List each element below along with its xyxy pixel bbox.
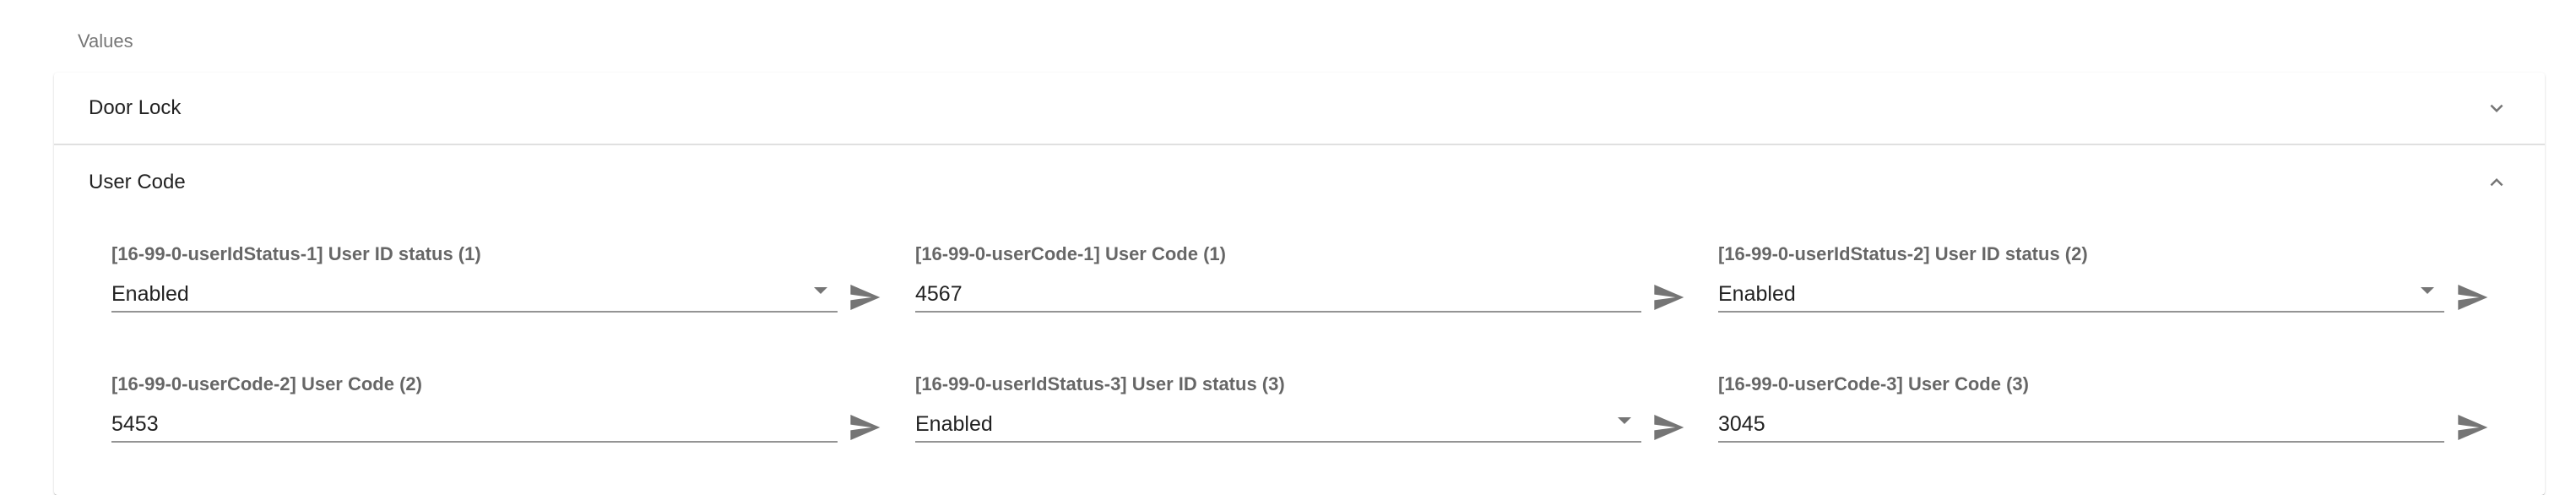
chevron-down-icon: [2490, 104, 2503, 112]
field-label: [16-99-0-userCode-3] User Code (3): [1718, 373, 2029, 394]
select-value: Enabled: [111, 282, 189, 306]
select-value: Enabled: [1718, 282, 1796, 306]
field-label: [16-99-0-userIdStatus-3] User ID status …: [915, 373, 1285, 394]
send-icon[interactable]: [848, 280, 881, 314]
panel-header-door-lock[interactable]: Door Lock: [54, 73, 2545, 144]
user-code-3-input[interactable]: 3045: [1718, 412, 2444, 443]
select-value: Enabled: [915, 412, 993, 436]
values-panel: Door Lock User Code [16-99-0-userIdStatu…: [54, 73, 2545, 495]
user-id-status-2-select[interactable]: Enabled: [1718, 282, 2444, 313]
send-icon[interactable]: [1651, 411, 1685, 444]
panel-title-user-code: User Code: [89, 171, 186, 193]
field-label: [16-99-0-userIdStatus-2] User ID status …: [1718, 243, 2088, 264]
panel-divider: [54, 144, 2545, 145]
panel-header-user-code[interactable]: User Code: [54, 147, 2545, 218]
send-icon[interactable]: [2455, 411, 2489, 444]
user-id-status-1-select[interactable]: Enabled: [111, 282, 838, 313]
send-icon[interactable]: [2455, 280, 2489, 314]
field-label: [16-99-0-userIdStatus-1] User ID status …: [111, 243, 481, 264]
send-icon[interactable]: [1651, 280, 1685, 314]
panel-title-door-lock: Door Lock: [89, 96, 182, 119]
user-code-1-input[interactable]: 4567: [915, 282, 1641, 313]
dropdown-arrow-icon: [2421, 287, 2434, 294]
input-value: 3045: [1718, 412, 1765, 436]
send-icon[interactable]: [848, 411, 881, 444]
field-label: [16-99-0-userCode-2] User Code (2): [111, 373, 422, 394]
dropdown-arrow-icon: [814, 287, 827, 294]
chevron-up-icon: [2490, 178, 2503, 187]
user-code-2-input[interactable]: 5453: [111, 412, 838, 443]
input-value: 5453: [111, 412, 159, 436]
values-section-label: Values: [78, 30, 133, 52]
user-id-status-3-select[interactable]: Enabled: [915, 412, 1641, 443]
input-value: 4567: [915, 282, 963, 306]
field-label: [16-99-0-userCode-1] User Code (1): [915, 243, 1226, 264]
dropdown-arrow-icon: [1618, 417, 1631, 424]
